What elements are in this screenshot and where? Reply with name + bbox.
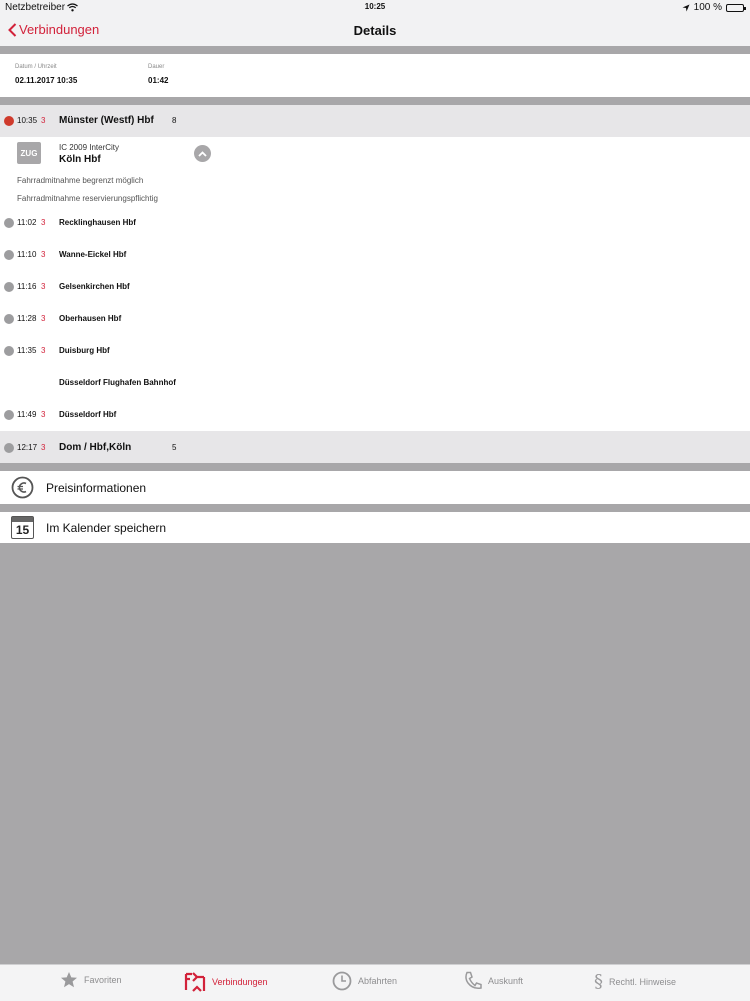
stop-dot xyxy=(4,250,14,260)
battery-icon xyxy=(726,3,746,12)
calendar-icon: 15 xyxy=(11,516,34,539)
star-icon xyxy=(61,972,77,988)
navigation-bar: Verbindungen Details xyxy=(0,16,750,46)
date-label: Datum / Uhrzeit xyxy=(15,64,57,70)
euro-icon xyxy=(11,476,34,499)
stop-track: 3 xyxy=(41,410,46,419)
tab-auskunft[interactable]: Auskunft xyxy=(464,971,523,991)
location-arrow-icon xyxy=(682,4,690,11)
stop-station: Düsseldorf Hbf xyxy=(59,410,117,419)
tab-favoriten[interactable]: Favoriten xyxy=(60,971,122,989)
separator xyxy=(0,46,750,54)
tab-label: Rechtl. Hinweise xyxy=(609,976,677,987)
note-text: Fahrradmitnahme reservierungspflichtig xyxy=(17,194,158,203)
collapse-button[interactable] xyxy=(194,145,211,162)
tab-label: Abfahrten xyxy=(358,976,398,986)
tab-label: Auskunft xyxy=(488,976,524,986)
note-row: Fahrradmitnahme begrenzt möglich xyxy=(0,171,750,190)
date-value: 02.11.2017 10:35 xyxy=(15,76,78,85)
stop-dot xyxy=(4,282,14,292)
note-row: Fahrradmitnahme reservierungspflichtig xyxy=(0,189,750,208)
duration-label: Dauer xyxy=(148,64,165,70)
stop-dot xyxy=(4,314,14,324)
arrival-station: Dom / Hbf,Köln xyxy=(59,442,132,453)
stop-station: Recklinghausen Hbf xyxy=(59,218,136,227)
departure-platform: 8 xyxy=(172,116,177,125)
tab-rechtliche-hinweise[interactable]: § Rechtl. Hinweise xyxy=(594,971,676,992)
stop-time: 11:28 xyxy=(17,314,37,323)
stop-station: Oberhausen Hbf xyxy=(59,314,122,323)
departure-station-row[interactable]: 10:35 3 Münster (Westf) Hbf 8 xyxy=(0,105,750,137)
save-to-calendar-button[interactable]: 15 Im Kalender speichern xyxy=(0,512,750,543)
stop-track: 3 xyxy=(41,250,46,259)
summary-panel: Datum / Uhrzeit 02.11.2017 10:35 Dauer 0… xyxy=(0,54,750,97)
stop-row[interactable]: 11:35 3 Duisburg Hbf xyxy=(0,335,750,368)
train-destination: Köln Hbf xyxy=(59,154,101,165)
departure-dot xyxy=(4,116,14,126)
price-info-button[interactable]: Preisinformationen xyxy=(0,471,750,504)
arrival-platform: 5 xyxy=(172,443,177,452)
stop-station: Düsseldorf Flughafen Bahnhof xyxy=(59,378,176,387)
connections-icon xyxy=(184,972,206,992)
stop-station: Duisburg Hbf xyxy=(59,346,110,355)
arrival-time: 12:17 xyxy=(17,443,38,452)
stop-row[interactable]: 11:10 3 Wanne-Eickel Hbf xyxy=(0,239,750,272)
tab-verbindungen[interactable]: Verbindungen xyxy=(184,971,268,993)
departure-station: Münster (Westf) Hbf xyxy=(59,115,154,126)
note-text: Fahrradmitnahme begrenzt möglich xyxy=(17,176,144,185)
stop-row[interactable]: 11:02 3 Recklinghausen Hbf xyxy=(0,207,750,240)
train-line: IC 2009 InterCity xyxy=(59,143,120,152)
chevron-up-icon xyxy=(198,150,207,157)
calendar-label: Im Kalender speichern xyxy=(46,521,167,535)
train-badge: ZUG xyxy=(17,142,41,164)
separator xyxy=(0,463,750,471)
stop-dot xyxy=(4,346,14,356)
calendar-day: 15 xyxy=(15,523,30,537)
stop-row[interactable]: Düsseldorf Flughafen Bahnhof xyxy=(0,367,750,400)
clock-icon xyxy=(332,971,352,991)
stop-track: 3 xyxy=(41,282,46,291)
separator xyxy=(0,504,750,512)
status-bar: Netzbetreiber 10:25 100 % xyxy=(0,0,750,16)
stop-time: 11:35 xyxy=(17,346,37,355)
arrival-station-row[interactable]: 12:17 3 Dom / Hbf,Köln 5 xyxy=(0,431,750,463)
separator xyxy=(0,97,750,105)
stop-dot xyxy=(4,410,14,420)
phone-icon xyxy=(465,971,482,989)
clock: 10:25 xyxy=(364,2,386,11)
stop-track: 3 xyxy=(41,314,46,323)
stop-track: 3 xyxy=(41,346,46,355)
stop-time: 11:16 xyxy=(17,282,37,291)
train-info-row: ZUG IC 2009 InterCity Köln Hbf xyxy=(0,137,750,172)
tab-label: Verbindungen xyxy=(212,977,268,987)
tab-abfahrten[interactable]: Abfahrten xyxy=(332,971,397,991)
paragraph-icon: § xyxy=(594,971,603,992)
stop-row[interactable]: 11:16 3 Gelsenkirchen Hbf xyxy=(0,271,750,304)
stop-time: 11:02 xyxy=(17,218,37,227)
stop-station: Wanne-Eickel Hbf xyxy=(59,250,127,259)
stop-station: Gelsenkirchen Hbf xyxy=(59,282,130,291)
arrival-dot xyxy=(4,443,14,453)
price-info-label: Preisinformationen xyxy=(46,481,147,495)
page-title: Details xyxy=(353,23,397,38)
stop-dot xyxy=(4,218,14,228)
stop-row[interactable]: 11:49 3 Düsseldorf Hbf xyxy=(0,399,750,432)
arrival-track: 3 xyxy=(41,443,46,452)
departure-time: 10:35 xyxy=(17,116,38,125)
stop-row[interactable]: 11:28 3 Oberhausen Hbf xyxy=(0,303,750,336)
battery-percent: 100 % xyxy=(693,2,722,13)
stop-time: 11:49 xyxy=(17,410,37,419)
stop-time: 11:10 xyxy=(17,250,37,259)
tab-label: Favoriten xyxy=(84,975,122,985)
tab-bar: Favoriten Verbindungen Abfahrten Auskunf… xyxy=(0,964,750,1001)
duration-value: 01:42 xyxy=(148,76,169,85)
stop-track: 3 xyxy=(41,218,46,227)
departure-track: 3 xyxy=(41,116,46,125)
